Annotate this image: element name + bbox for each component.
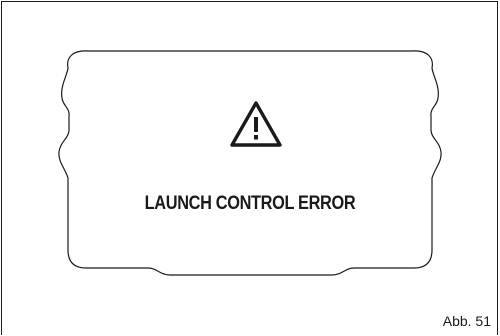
error-message: LAUNCH CONTROL ERROR xyxy=(144,193,356,214)
warning-triangle-icon xyxy=(230,101,282,147)
display-panel-border xyxy=(58,50,442,276)
figure-label: Abb. 51 xyxy=(440,313,493,329)
display-outline xyxy=(58,50,442,276)
